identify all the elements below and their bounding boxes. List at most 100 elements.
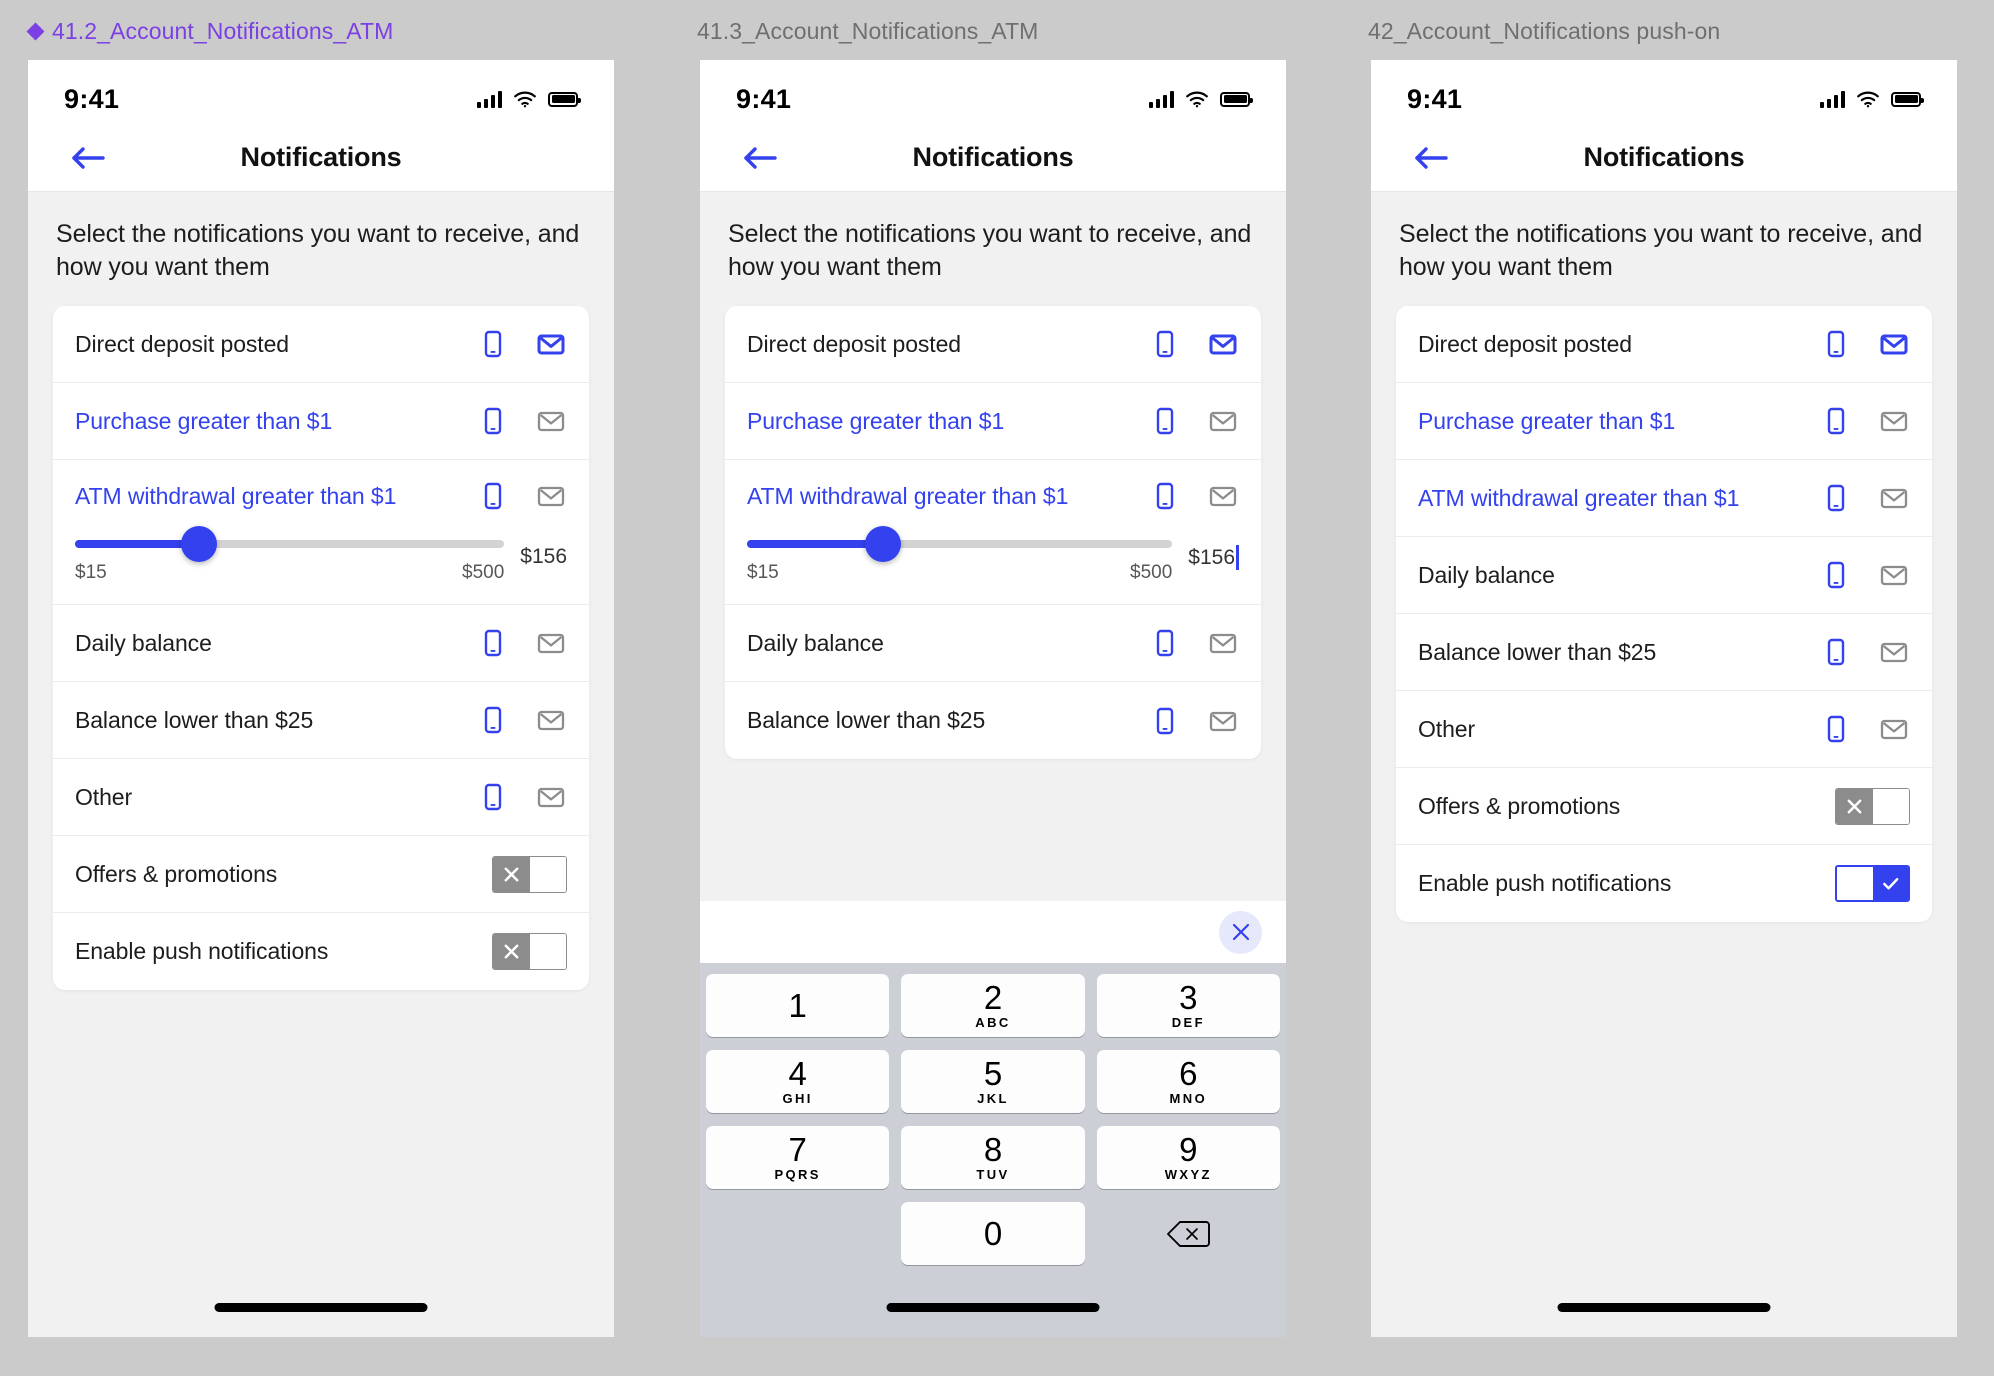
- keypad-key-8[interactable]: 8 TUV: [901, 1126, 1085, 1189]
- phone-icon[interactable]: [477, 328, 509, 360]
- mail-icon[interactable]: [535, 704, 567, 736]
- keypad-key-1[interactable]: 1: [706, 974, 890, 1037]
- battery-icon: [1220, 91, 1253, 107]
- phone-icon[interactable]: [477, 704, 509, 736]
- phone-icon[interactable]: [1149, 405, 1181, 437]
- arrow-left-icon[interactable]: [1414, 145, 1448, 171]
- phone-icon[interactable]: [1149, 328, 1181, 360]
- list-row-notification[interactable]: Direct deposit posted: [53, 306, 589, 383]
- slider-value-text: $156: [520, 545, 567, 568]
- list-row-toggle[interactable]: Offers & promotions: [53, 836, 589, 913]
- slider-max-label: $500: [462, 562, 505, 583]
- mail-icon[interactable]: [1878, 482, 1910, 514]
- slider-track[interactable]: [75, 526, 505, 562]
- slider-control[interactable]: $15 $500: [747, 526, 1173, 584]
- row-label: Direct deposit posted: [75, 330, 289, 357]
- phone-icon[interactable]: [477, 627, 509, 659]
- mail-icon[interactable]: [1878, 405, 1910, 437]
- frame-title-f2[interactable]: 41.3_Account_Notifications_ATM: [697, 18, 1038, 45]
- row-channel-icons: [1149, 405, 1239, 437]
- list-row-notification[interactable]: ATM withdrawal greater than $1: [1396, 460, 1932, 537]
- phone-icon[interactable]: [1820, 482, 1852, 514]
- mail-icon[interactable]: [1207, 627, 1239, 659]
- phone-icon[interactable]: [477, 405, 509, 437]
- mail-icon[interactable]: [535, 627, 567, 659]
- mail-icon[interactable]: [535, 781, 567, 813]
- mail-icon[interactable]: [535, 480, 567, 512]
- toggle-switch-on[interactable]: [1835, 865, 1910, 902]
- slider-thumb[interactable]: [865, 526, 902, 562]
- phone-icon[interactable]: [1820, 328, 1852, 360]
- toggle-left-segment: [1837, 867, 1873, 900]
- mail-icon[interactable]: [1878, 328, 1910, 360]
- list-row-notification[interactable]: Purchase greater than $1: [53, 383, 589, 460]
- mail-icon[interactable]: [535, 328, 567, 360]
- slider-control[interactable]: $15 $500: [75, 526, 505, 584]
- list-row-notification[interactable]: Balance lower than $25: [1396, 614, 1932, 691]
- frame-title-f3[interactable]: 42_Account_Notifications push-on: [1368, 18, 1720, 45]
- list-row-toggle[interactable]: Offers & promotions: [1396, 768, 1932, 845]
- keypad-key-3[interactable]: 3 DEF: [1096, 974, 1280, 1037]
- toggle-switch-off[interactable]: [492, 855, 567, 893]
- phone-icon[interactable]: [1149, 627, 1181, 659]
- slider-row-header: ATM withdrawal greater than $1: [747, 460, 1239, 532]
- phone-icon[interactable]: [1149, 480, 1181, 512]
- keypad-key-5[interactable]: 5 JKL: [901, 1050, 1085, 1113]
- list-row-notification[interactable]: Direct deposit posted: [1396, 306, 1932, 383]
- list-row-toggle[interactable]: Enable push notifications: [53, 913, 589, 990]
- keypad-key-4[interactable]: 4 GHI: [706, 1050, 890, 1113]
- row-label: Enable push notifications: [75, 938, 329, 964]
- backspace-icon[interactable]: [1097, 1202, 1280, 1265]
- slider-thumb[interactable]: [181, 526, 218, 562]
- list-row-notification[interactable]: Purchase greater than $1: [725, 383, 1261, 460]
- list-row-notification[interactable]: Daily balance: [725, 605, 1261, 682]
- mail-icon[interactable]: [1878, 713, 1910, 745]
- mail-icon[interactable]: [1878, 559, 1910, 591]
- slider-value-field[interactable]: $156: [520, 532, 567, 569]
- list-row-notification[interactable]: Other: [53, 759, 589, 836]
- list-row-notification[interactable]: Balance lower than $25: [53, 682, 589, 759]
- phone-icon[interactable]: [1820, 405, 1852, 437]
- mail-icon[interactable]: [535, 405, 567, 437]
- status-time: 9:41: [736, 83, 792, 114]
- list-row-notification[interactable]: Other: [1396, 691, 1932, 768]
- arrow-left-icon[interactable]: [743, 145, 777, 171]
- frame-title-f1[interactable]: 41.2_Account_Notifications_ATM: [26, 18, 393, 45]
- row-label: Purchase greater than $1: [747, 407, 1005, 434]
- arrow-left-icon[interactable]: [71, 145, 105, 171]
- list-row-toggle[interactable]: Enable push notifications: [1396, 845, 1932, 922]
- page-title: Notifications: [1583, 142, 1745, 172]
- phone-icon[interactable]: [1820, 713, 1852, 745]
- mail-icon[interactable]: [1207, 328, 1239, 360]
- mail-icon[interactable]: [1207, 705, 1239, 737]
- keypad-key-9[interactable]: 9 WXYZ: [1096, 1126, 1280, 1189]
- keypad-key-0[interactable]: 0: [901, 1202, 1085, 1265]
- list-row-notification[interactable]: Direct deposit posted: [725, 306, 1261, 383]
- status-indicators: [1819, 90, 1924, 108]
- phone-icon[interactable]: [1820, 636, 1852, 668]
- list-row-slider[interactable]: ATM withdrawal greater than $1 $15 $500: [725, 460, 1261, 605]
- mail-icon[interactable]: [1207, 405, 1239, 437]
- list-row-notification[interactable]: Purchase greater than $1: [1396, 383, 1932, 460]
- phone-icon[interactable]: [1149, 705, 1181, 737]
- slider-value-field[interactable]: $156: [1188, 532, 1239, 570]
- toggle-switch-off[interactable]: [492, 933, 567, 970]
- list-row-slider[interactable]: ATM withdrawal greater than $1 $15 $500: [53, 460, 589, 605]
- phone-icon[interactable]: [477, 480, 509, 512]
- mail-icon[interactable]: [1878, 636, 1910, 668]
- battery-icon: [1891, 91, 1924, 107]
- list-row-notification[interactable]: Balance lower than $25: [725, 682, 1261, 759]
- row-channel-icons: [477, 328, 567, 360]
- phone-icon[interactable]: [1820, 559, 1852, 591]
- toggle-switch-off[interactable]: [1835, 787, 1910, 825]
- mail-icon[interactable]: [1207, 480, 1239, 512]
- keypad-key-7[interactable]: 7 PQRS: [706, 1126, 890, 1189]
- keypad-key-6[interactable]: 6 MNO: [1096, 1050, 1280, 1113]
- list-row-notification[interactable]: Daily balance: [1396, 537, 1932, 614]
- close-icon[interactable]: [1219, 910, 1262, 954]
- phone-icon[interactable]: [477, 781, 509, 813]
- slider-track[interactable]: [747, 526, 1173, 562]
- list-row-notification[interactable]: Daily balance: [53, 605, 589, 682]
- keypad-key-2[interactable]: 2 ABC: [901, 974, 1085, 1037]
- status-indicators: [1148, 90, 1253, 108]
